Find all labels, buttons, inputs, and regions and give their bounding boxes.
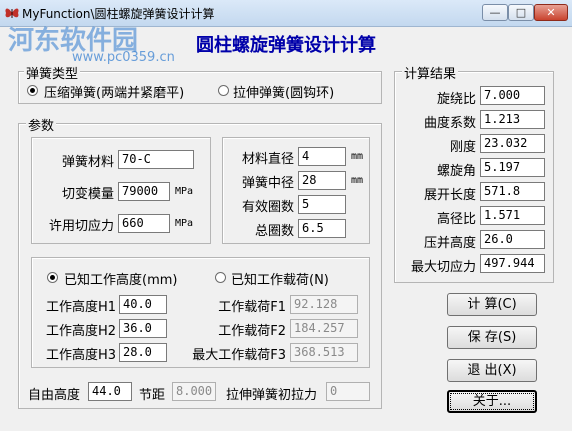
pitch-label: 节距 [139, 388, 166, 403]
result-label-unfold-length: 展开长度 [423, 188, 476, 203]
save-button[interactable]: 保 存(S) [447, 326, 537, 349]
h1-label: 工作高度H1 [45, 300, 116, 315]
results-group-label: 计算结果 [402, 63, 459, 82]
wire-dia-unit: mm [351, 151, 364, 162]
minimize-button[interactable]: — [482, 4, 508, 21]
shear-modulus-unit: MPa [175, 186, 194, 197]
f2-field[interactable]: 184.257 [290, 319, 358, 338]
wire-dia-label: 材料直径 [241, 152, 294, 167]
radio-known-load-label[interactable]: 已知工作载荷(N) [231, 269, 329, 288]
result-value-helix-angle[interactable]: 5.197 [480, 158, 545, 177]
f3-label: 最大工作载荷F3 [192, 348, 286, 363]
total-coils-label: 总圈数 [254, 224, 294, 239]
radio-known-height[interactable] [47, 272, 58, 283]
result-label-curvature: 曲度系数 [423, 116, 476, 131]
pitch-field[interactable]: 8.000 [172, 382, 216, 401]
allow-stress-unit: MPa [175, 218, 194, 229]
f1-field[interactable]: 92.128 [290, 295, 358, 314]
radio-compression[interactable] [27, 85, 38, 96]
app-heading: 圆柱螺旋弹簧设计计算 [196, 35, 376, 56]
f1-label: 工作载荷F1 [218, 300, 286, 315]
f3-field[interactable]: 368.513 [290, 343, 358, 362]
result-value-stiffness[interactable]: 23.032 [480, 134, 545, 153]
about-button-label: 关于... [450, 393, 534, 410]
result-label-stiffness: 刚度 [449, 140, 476, 155]
close-button[interactable]: ✕ [534, 4, 568, 21]
mean-dia-label: 弹簧中径 [241, 176, 294, 191]
active-coils-label: 有效圈数 [241, 200, 294, 215]
f2-label: 工作载荷F2 [218, 324, 286, 339]
active-coils-field[interactable]: 5 [298, 195, 346, 214]
result-value-spring-index[interactable]: 7.000 [480, 86, 545, 105]
h3-field[interactable]: 28.0 [119, 343, 167, 362]
material-field[interactable]: 70-C [118, 150, 194, 169]
result-value-solid-height[interactable]: 26.0 [480, 230, 545, 249]
spring-type-group-label: 弹簧类型 [24, 63, 81, 82]
result-value-height-dia-ratio[interactable]: 1.571 [480, 206, 545, 225]
radio-known-load[interactable] [215, 272, 226, 283]
result-value-curvature[interactable]: 1.213 [480, 110, 545, 129]
free-height-label: 自由高度 [28, 388, 81, 403]
radio-compression-label[interactable]: 压缩弹簧(两端并紧磨平) [44, 82, 184, 101]
result-label-height-dia-ratio: 高径比 [436, 212, 476, 227]
result-value-max-shear-stress[interactable]: 497.944 [480, 254, 545, 273]
shear-modulus-label: 切变模量 [61, 187, 114, 202]
shear-modulus-field[interactable]: 79000 [118, 182, 170, 201]
wire-dia-field[interactable]: 4 [298, 147, 346, 166]
maximize-button[interactable]: □ [508, 4, 534, 21]
radio-selected-dot [50, 275, 55, 280]
allow-stress-label: 许用切应力 [48, 219, 114, 234]
params-group-label: 参数 [26, 115, 57, 134]
result-value-unfold-length[interactable]: 571.8 [480, 182, 545, 201]
radio-known-height-label[interactable]: 已知工作高度(mm) [64, 269, 177, 288]
radio-selected-dot [30, 88, 35, 93]
total-coils-field[interactable]: 6.5 [298, 219, 346, 238]
material-label: 弹簧材料 [61, 155, 114, 170]
exit-button[interactable]: 退 出(X) [447, 359, 537, 382]
maximize-icon: □ [515, 6, 527, 19]
mean-dia-unit: mm [351, 175, 364, 186]
calculate-button[interactable]: 计 算(C) [447, 293, 537, 316]
result-label-solid-height: 压并高度 [423, 236, 476, 251]
radio-extension-label[interactable]: 拉伸弹簧(圆钩环) [233, 82, 334, 101]
h3-label: 工作高度H3 [45, 348, 116, 363]
h2-field[interactable]: 36.0 [119, 319, 167, 338]
about-button[interactable]: 关于... [447, 390, 537, 413]
result-label-max-shear-stress: 最大切应力 [410, 260, 476, 275]
init-tension-label: 拉伸弹簧初拉力 [226, 388, 318, 403]
free-height-field[interactable]: 44.0 [88, 382, 132, 401]
h1-field[interactable]: 40.0 [119, 295, 167, 314]
radio-extension[interactable] [218, 85, 229, 96]
result-label-spring-index: 旋绕比 [436, 92, 476, 107]
minimize-icon: — [489, 6, 501, 19]
mean-dia-field[interactable]: 28 [298, 171, 346, 190]
allow-stress-field[interactable]: 660 [118, 214, 170, 233]
result-label-helix-angle: 螺旋角 [436, 164, 476, 179]
app-butterfly-icon [5, 8, 19, 18]
init-tension-field[interactable]: 0 [326, 382, 370, 401]
close-icon: ✕ [546, 6, 556, 19]
h2-label: 工作高度H2 [45, 324, 116, 339]
